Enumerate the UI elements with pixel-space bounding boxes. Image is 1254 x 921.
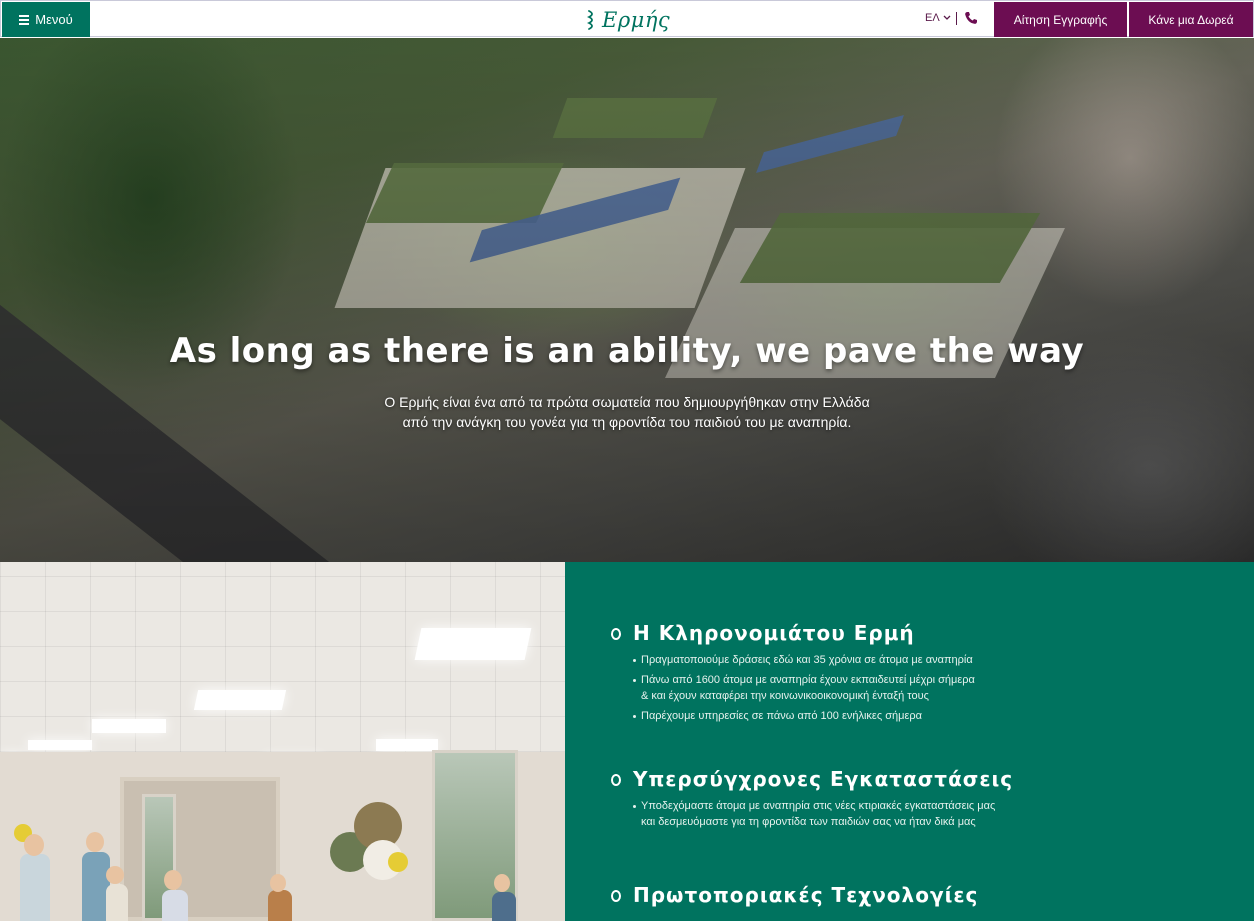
menu-button[interactable]: Μενού xyxy=(2,2,90,37)
facility-interior-image xyxy=(0,562,565,921)
child-figure xyxy=(268,890,292,921)
list-item-text: και δεσμευόμαστε για τη φροντίδα των παι… xyxy=(641,816,976,828)
hero-subtitle: Ο Ερμής είναι ένα από τα πρώτα σωματεία … xyxy=(0,392,1254,432)
section-title: Η Κληρονομιάτου Ερμή xyxy=(609,620,975,646)
menu-button-label: Μενού xyxy=(35,12,73,27)
child-figure xyxy=(162,890,188,921)
about-highlights-panel: Η Κληρονομιάτου Ερμή Πραγματοποιούμε δρά… xyxy=(565,562,1254,921)
child-figure xyxy=(164,870,182,890)
list-item: Υποδεχόμαστε άτομα με αναπηρία στις νέες… xyxy=(609,798,1013,830)
hero-banner: As long as there is an ability, we pave … xyxy=(0,38,1254,562)
wall-decoration xyxy=(388,852,408,872)
divider xyxy=(956,12,957,25)
list-item: Πραγματοποιούμε δράσεις εδώ και 35 χρόνι… xyxy=(609,652,975,668)
list-item-text: Παρέχουμε υπηρεσίες σε πάνω από 100 ενήλ… xyxy=(641,710,922,722)
list-item: Πάνω από 1600 άτομα με αναπηρία έχουν εκ… xyxy=(609,672,975,704)
section-heritage: Η Κληρονομιάτου Ερμή Πραγματοποιούμε δρά… xyxy=(609,620,975,724)
chevron-down-icon xyxy=(943,15,951,20)
list-item-text: Πραγματοποιούμε δράσεις εδώ και 35 χρόνι… xyxy=(641,654,973,666)
donate-button[interactable]: Κάνε μια Δωρεά xyxy=(1129,2,1253,37)
top-navigation-bar: Μενού Ερμής ΕΛ Αίτηση Εγγραφής Κάνε μια … xyxy=(0,0,1254,37)
logo-mark-icon xyxy=(587,10,593,30)
child-figure xyxy=(106,884,128,921)
phone-icon[interactable] xyxy=(964,11,978,25)
ceiling-light xyxy=(28,740,92,750)
enroll-application-button[interactable]: Αίτηση Εγγραφής xyxy=(994,2,1127,37)
list-item-text: Πάνω από 1600 άτομα με αναπηρία έχουν εκ… xyxy=(641,674,975,686)
logo-text: Ερμής xyxy=(602,8,671,32)
ceiling-light xyxy=(193,690,287,710)
hero-overlay xyxy=(0,38,1254,562)
person-figure xyxy=(86,832,104,852)
person-figure xyxy=(24,834,44,856)
site-logo[interactable]: Ερμής xyxy=(587,5,670,35)
hamburger-icon xyxy=(19,14,30,25)
hero-title: As long as there is an ability, we pave … xyxy=(169,331,1085,371)
language-selector[interactable]: ΕΛ xyxy=(925,12,951,24)
section-title: Υπερσύγχρονες Εγκαταστάσεις xyxy=(609,766,1013,792)
child-figure xyxy=(106,866,124,884)
person-figure xyxy=(20,854,50,921)
child-figure xyxy=(492,892,516,921)
child-figure xyxy=(270,874,286,892)
language-label: ΕΛ xyxy=(925,12,940,24)
ceiling-light xyxy=(414,628,532,660)
section-facilities: Υπερσύγχρονες Εγκαταστάσεις Υποδεχόμαστε… xyxy=(609,766,1013,830)
list-item: Παρέχουμε υπηρεσίες σε πάνω από 100 ενήλ… xyxy=(609,708,975,724)
list-item-text: Υποδεχόμαστε άτομα με αναπηρία στις νέες… xyxy=(641,800,996,812)
ceiling-light xyxy=(92,719,166,733)
hero-subtitle-line: από την ανάγκη του γονέα για τη φροντίδα… xyxy=(402,414,852,430)
list-item-text: & και έχουν καταφέρει την κοινωνικοοικον… xyxy=(641,690,929,702)
section-technologies: Πρωτοποριακές Τεχνολογίες xyxy=(609,882,978,908)
section-title: Πρωτοποριακές Τεχνολογίες xyxy=(609,882,978,908)
ceiling-light xyxy=(376,739,438,751)
child-figure xyxy=(494,874,510,892)
hero-subtitle-line: Ο Ερμής είναι ένα από τα πρώτα σωματεία … xyxy=(384,394,870,410)
